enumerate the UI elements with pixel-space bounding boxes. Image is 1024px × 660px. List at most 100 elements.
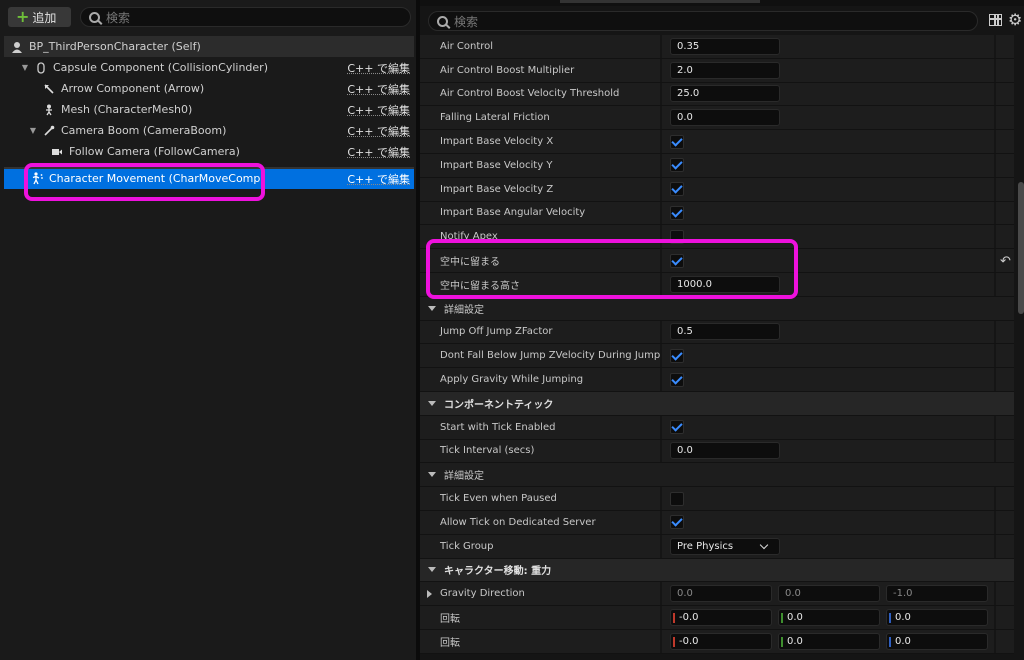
property-matrix-icon[interactable] xyxy=(989,14,1002,26)
vector-component-field[interactable]: -0.0 xyxy=(670,609,772,627)
components-search-input[interactable]: 検索 xyxy=(80,7,411,27)
vector-component-field[interactable]: -1.0 xyxy=(886,585,988,603)
section-header[interactable]: 詳細設定 xyxy=(420,296,1014,320)
tree-item-follow-camera[interactable]: Follow Camera (FollowCamera) C++ で編集 xyxy=(4,141,414,162)
checkbox[interactable] xyxy=(670,372,684,387)
collapse-arrow-icon[interactable] xyxy=(428,400,436,406)
property-value-cell xyxy=(662,153,994,177)
property-name: Start with Tick Enabled xyxy=(420,415,660,439)
numeric-field[interactable]: 0.0 xyxy=(670,109,780,127)
checkbox[interactable] xyxy=(670,205,684,220)
property-row: Falling Lateral Friction 0.0 xyxy=(420,106,1014,131)
property-extra-cell xyxy=(996,82,1014,106)
vector-component-field[interactable]: 0.0 xyxy=(778,632,880,650)
tick-group-dropdown[interactable]: Pre Physics xyxy=(670,537,780,555)
property-value-cell: 0.0 xyxy=(662,439,994,463)
property-section-header[interactable]: 詳細設定 xyxy=(420,463,1014,488)
search-icon xyxy=(89,11,100,23)
tree-item-self[interactable]: BP_ThirdPersonCharacter (Self) xyxy=(4,36,414,57)
components-toolbar: + 追加 検索 xyxy=(0,0,416,34)
property-extra-cell xyxy=(996,439,1014,463)
tree-item-arrow[interactable]: Arrow Component (Arrow) C++ で編集 xyxy=(4,78,414,99)
details-scrollbar[interactable] xyxy=(1018,182,1024,314)
numeric-field[interactable]: 0.35 xyxy=(670,37,780,55)
tab-indicator xyxy=(560,0,760,3)
vector-component-field[interactable]: -0.0 xyxy=(670,632,772,650)
collapse-arrow-icon[interactable] xyxy=(428,567,436,573)
numeric-field[interactable]: 25.0 xyxy=(670,85,780,103)
property-value-cell xyxy=(662,368,994,391)
axis-color-bar xyxy=(781,636,783,647)
search-icon xyxy=(437,15,448,27)
edit-in-cpp-link[interactable]: C++ で編集 xyxy=(347,60,410,76)
property-section-header[interactable]: キャラクター移動: 重力 xyxy=(420,558,1014,583)
edit-in-cpp-link[interactable]: C++ で編集 xyxy=(347,102,410,118)
checkbox[interactable] xyxy=(670,348,684,363)
property-section-header[interactable]: 詳細設定 xyxy=(420,296,1014,321)
vector-component-field[interactable]: 0.0 xyxy=(778,609,880,627)
property-name: Allow Tick on Dedicated Server xyxy=(420,510,660,534)
axis-color-bar xyxy=(781,613,783,624)
tree-item-label: Follow Camera (FollowCamera) xyxy=(69,145,240,158)
axis-color-bar xyxy=(889,636,891,647)
tree-item-camera-boom[interactable]: ▼ Camera Boom (CameraBoom) C++ で編集 xyxy=(4,120,414,141)
property-extra-cell xyxy=(996,153,1014,177)
checkbox[interactable] xyxy=(670,182,684,197)
collapse-arrow-icon[interactable]: ▼ xyxy=(20,63,30,72)
numeric-field[interactable]: 0.5 xyxy=(670,323,780,341)
property-extra-cell xyxy=(996,58,1014,82)
vector-value: 0.0 xyxy=(787,635,803,647)
checkbox[interactable] xyxy=(670,420,684,435)
property-row: Dont Fall Below Jump ZVelocity During Ju… xyxy=(420,344,1014,369)
edit-in-cpp-link[interactable]: C++ で編集 xyxy=(347,81,410,97)
property-name: Tick Group xyxy=(420,534,660,558)
checkbox[interactable] xyxy=(670,158,684,173)
property-row: Impart Base Velocity Y xyxy=(420,153,1014,178)
property-name: Tick Interval (secs) xyxy=(420,439,660,463)
property-value-cell xyxy=(662,177,994,201)
edit-in-cpp-link[interactable]: C++ で編集 xyxy=(347,123,410,139)
tree-item-capsule[interactable]: ▼ Capsule Component (CollisionCylinder) … xyxy=(4,57,414,78)
collapse-arrow-icon[interactable]: ▼ xyxy=(28,126,38,135)
reset-to-default-icon[interactable]: ↶ xyxy=(1000,254,1011,269)
property-row: Impart Base Velocity X xyxy=(420,130,1014,154)
property-extra-cell xyxy=(996,201,1014,225)
numeric-field[interactable]: 2.0 xyxy=(670,61,780,79)
property-row: Air Control Boost Multiplier 2.0 xyxy=(420,58,1014,83)
property-value-cell: 0.0 xyxy=(662,106,994,130)
gear-icon[interactable]: ⚙ xyxy=(1008,10,1022,29)
section-header[interactable]: キャラクター移動: 重力 xyxy=(420,558,1014,582)
edit-in-cpp-link[interactable]: C++ で編集 xyxy=(347,144,410,160)
tree-item-label: BP_ThirdPersonCharacter (Self) xyxy=(29,40,201,53)
vector-fields: 0.0 0.0 -1.0 xyxy=(670,585,988,603)
section-header[interactable]: 詳細設定 xyxy=(420,463,1014,487)
collapse-arrow-icon[interactable] xyxy=(428,472,436,478)
property-row: Air Control Boost Velocity Threshold 25.0 xyxy=(420,82,1014,107)
property-extra-cell xyxy=(996,606,1014,629)
property-row: Air Control 0.35 xyxy=(420,35,1014,59)
checkbox[interactable] xyxy=(670,134,684,149)
property-value-cell xyxy=(662,415,994,439)
numeric-field[interactable]: 0.0 xyxy=(670,442,780,460)
section-title: コンポーネントティック xyxy=(444,399,554,411)
checkbox[interactable] xyxy=(670,515,684,530)
edit-in-cpp-link[interactable]: C++ で編集 xyxy=(347,171,410,187)
tree-item-mesh[interactable]: Mesh (CharacterMesh0) C++ で編集 xyxy=(4,99,414,120)
property-value-cell: 2.0 xyxy=(662,58,994,82)
property-row: Impart Base Velocity Z xyxy=(420,177,1014,202)
property-row: Gravity Direction 0.0 0.0 -1.0 xyxy=(420,582,1014,607)
vector-component-field[interactable]: 0.0 xyxy=(886,609,988,627)
section-header[interactable]: コンポーネントティック xyxy=(420,391,1014,415)
property-extra-cell xyxy=(996,130,1014,153)
property-value-cell xyxy=(662,510,994,534)
details-search-input[interactable]: 検索 xyxy=(428,11,978,31)
checkbox[interactable] xyxy=(670,491,684,506)
collapse-arrow-icon[interactable] xyxy=(428,305,436,311)
property-section-header[interactable]: コンポーネントティック xyxy=(420,391,1014,416)
property-name: Tick Even when Paused xyxy=(420,487,660,510)
property-extra-cell xyxy=(996,415,1014,439)
add-component-button[interactable]: + 追加 xyxy=(8,7,71,27)
vector-component-field[interactable]: 0.0 xyxy=(670,585,772,603)
vector-component-field[interactable]: 0.0 xyxy=(778,585,880,603)
vector-component-field[interactable]: 0.0 xyxy=(886,632,988,650)
